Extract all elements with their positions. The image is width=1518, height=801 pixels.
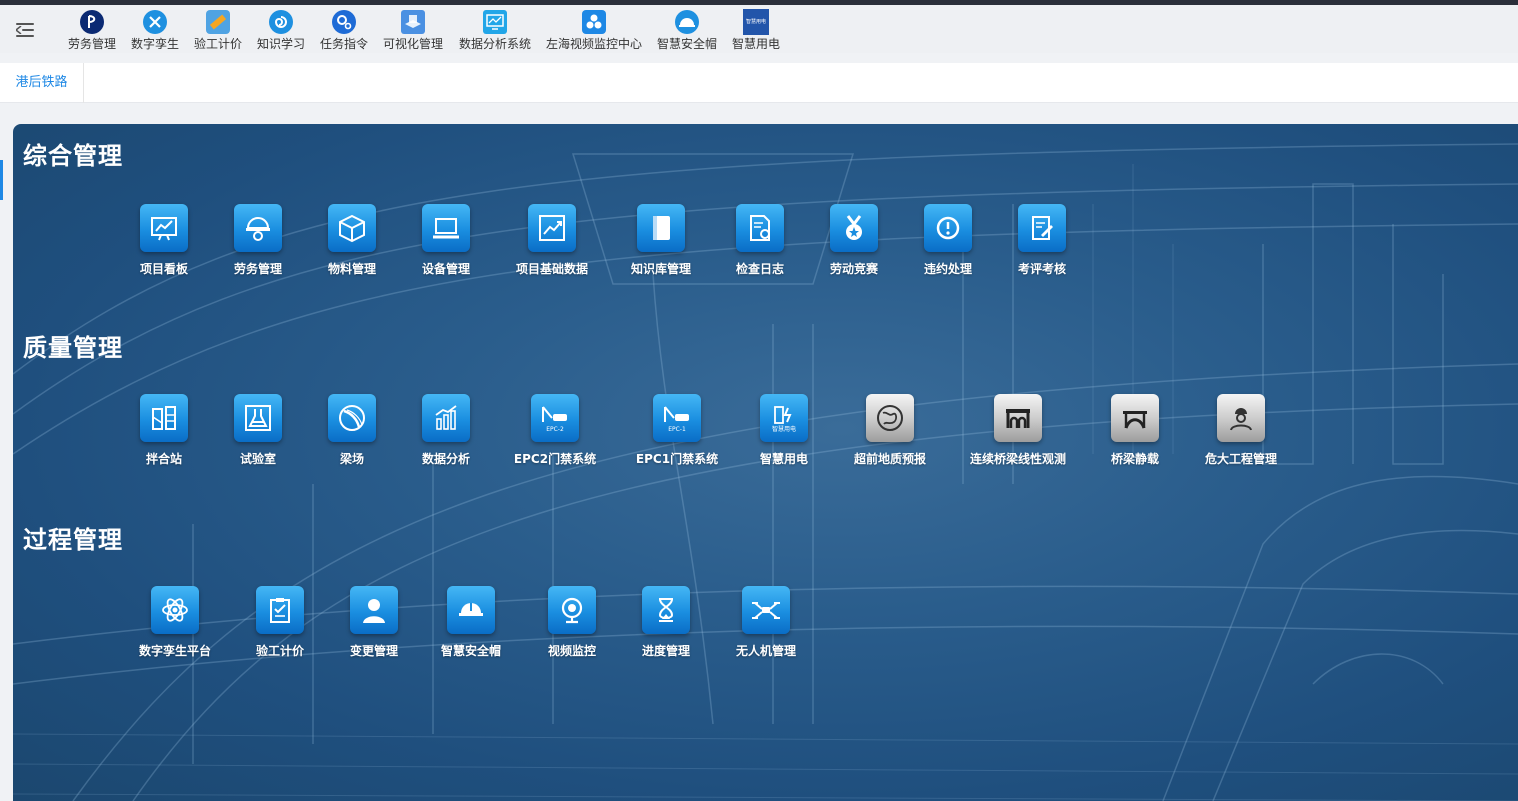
app-smart-helmet[interactable]: 智慧安全帽 [416,586,526,659]
box-icon [328,204,376,252]
book-icon [637,204,685,252]
app-bridge-static-load[interactable]: 桥梁静载 [1080,394,1190,467]
nav-item-learning[interactable]: 知识学习 [253,9,309,53]
nav-label: 验工计价 [193,37,242,51]
gate-car-icon: EPC-1 [653,394,701,442]
app-project-base-data[interactable]: 项目基础数据 [497,204,607,277]
bridge-load-icon [1111,394,1159,442]
nav-label: 左海视频监控中心 [545,37,642,51]
alert-clock-icon [924,204,972,252]
webcam-icon [548,586,596,634]
tab-bar: 港后铁路 [0,63,1518,103]
menu-toggle-icon[interactable] [16,21,36,39]
helmet-icon [674,9,700,35]
engineer-icon [1217,394,1265,442]
power-logo-text: 智慧用电 [745,19,766,25]
app-bridge-linear-observation[interactable]: 连续桥梁线性观测 [963,394,1073,467]
monitor-chart-icon [482,9,508,35]
gears-icon [331,9,357,35]
app-major-hazard-projects[interactable]: 危大工程管理 [1186,394,1296,467]
circles-icon [581,9,607,35]
power-logo-icon: 智慧用电 [743,9,769,35]
app-geological-forecast[interactable]: 超前地质预报 [835,394,945,467]
app-digital-twin-platform[interactable]: 数字孪生平台 [120,586,230,659]
active-indicator [0,160,3,200]
hourglass-icon [642,586,690,634]
clipboard-check-icon [256,586,304,634]
tools-icon [142,9,168,35]
nav-label: 劳务管理 [67,37,116,51]
nav-item-valuation[interactable]: 验工计价 [190,9,246,53]
dashboard-panel: 综合管理 项目看板 劳务管理 物料管理 设备管理 项目基础数据 知识库管理 检查… [13,124,1518,801]
nav-label: 任务指令 [319,37,368,51]
presentation-chart-icon [140,204,188,252]
worker-helmet-icon [234,204,282,252]
playstation-icon [79,9,105,35]
drone-icon [742,586,790,634]
section-title-general: 综合管理 [23,142,123,170]
bar-chart-icon [422,394,470,442]
mixing-plant-icon [140,394,188,442]
app-change-management[interactable]: 变更管理 [319,586,429,659]
section-title-process: 过程管理 [23,526,123,554]
nav-item-visual[interactable]: 可视化管理 [380,9,446,53]
nav-label: 数据分析系统 [458,37,531,51]
nav-item-digital-twin[interactable]: 数字孪生 [127,9,183,53]
document-gear-icon [736,204,784,252]
nav-item-data-analysis[interactable]: 数据分析系统 [456,9,534,53]
app-knowledge-base[interactable]: 知识库管理 [606,204,716,277]
spiral-icon [268,9,294,35]
app-smart-power[interactable]: 智慧用电 智慧用电 [729,394,839,467]
pencil-ruler-icon [205,9,231,35]
nav-item-smart-helmet[interactable]: 智慧安全帽 [654,9,720,53]
edit-document-icon [1018,204,1066,252]
smart-power-icon: 智慧用电 [760,394,808,442]
nav-item-video-center[interactable]: 左海视频监控中心 [543,9,645,53]
nav-label: 数字孪生 [130,37,179,51]
flask-icon [234,394,282,442]
app-evaluation[interactable]: 考评考核 [987,204,1097,277]
cube-city-icon [400,9,426,35]
trend-chart-icon [528,204,576,252]
person-icon [350,586,398,634]
bridge-arch-icon [994,394,1042,442]
laptop-icon [422,204,470,252]
gate-car-icon: EPC-2 [531,394,579,442]
nav-label: 智慧安全帽 [656,37,717,51]
section-title-quality: 质量管理 [23,334,123,362]
app-drone-management[interactable]: 无人机管理 [711,586,821,659]
app-data-analysis[interactable]: 数据分析 [391,394,501,467]
top-nav: 劳务管理 数字孪生 验工计价 知识学习 任务指令 可视化管理 数据分析系统 左海… [0,5,1518,53]
medal-icon [830,204,878,252]
nav-item-smart-power[interactable]: 智慧用电 智慧用电 [728,9,784,53]
tab-ganghou-railway[interactable]: 港后铁路 [0,63,84,103]
nav-label: 可视化管理 [382,37,443,51]
safety-helmet-icon [447,586,495,634]
atom-icon [151,586,199,634]
nav-label: 智慧用电 [731,37,780,51]
nav-item-labor[interactable]: 劳务管理 [64,9,120,53]
app-epc1-access[interactable]: EPC-1 EPC1门禁系统 [622,394,732,467]
geology-map-icon [866,394,914,442]
app-progress-management[interactable]: 进度管理 [611,586,721,659]
nav-label: 知识学习 [256,37,305,51]
beam-curve-icon [328,394,376,442]
nav-item-tasks[interactable]: 任务指令 [316,9,372,53]
app-epc2-access[interactable]: EPC-2 EPC2门禁系统 [500,394,610,467]
app-equipment-management[interactable]: 设备管理 [391,204,501,277]
